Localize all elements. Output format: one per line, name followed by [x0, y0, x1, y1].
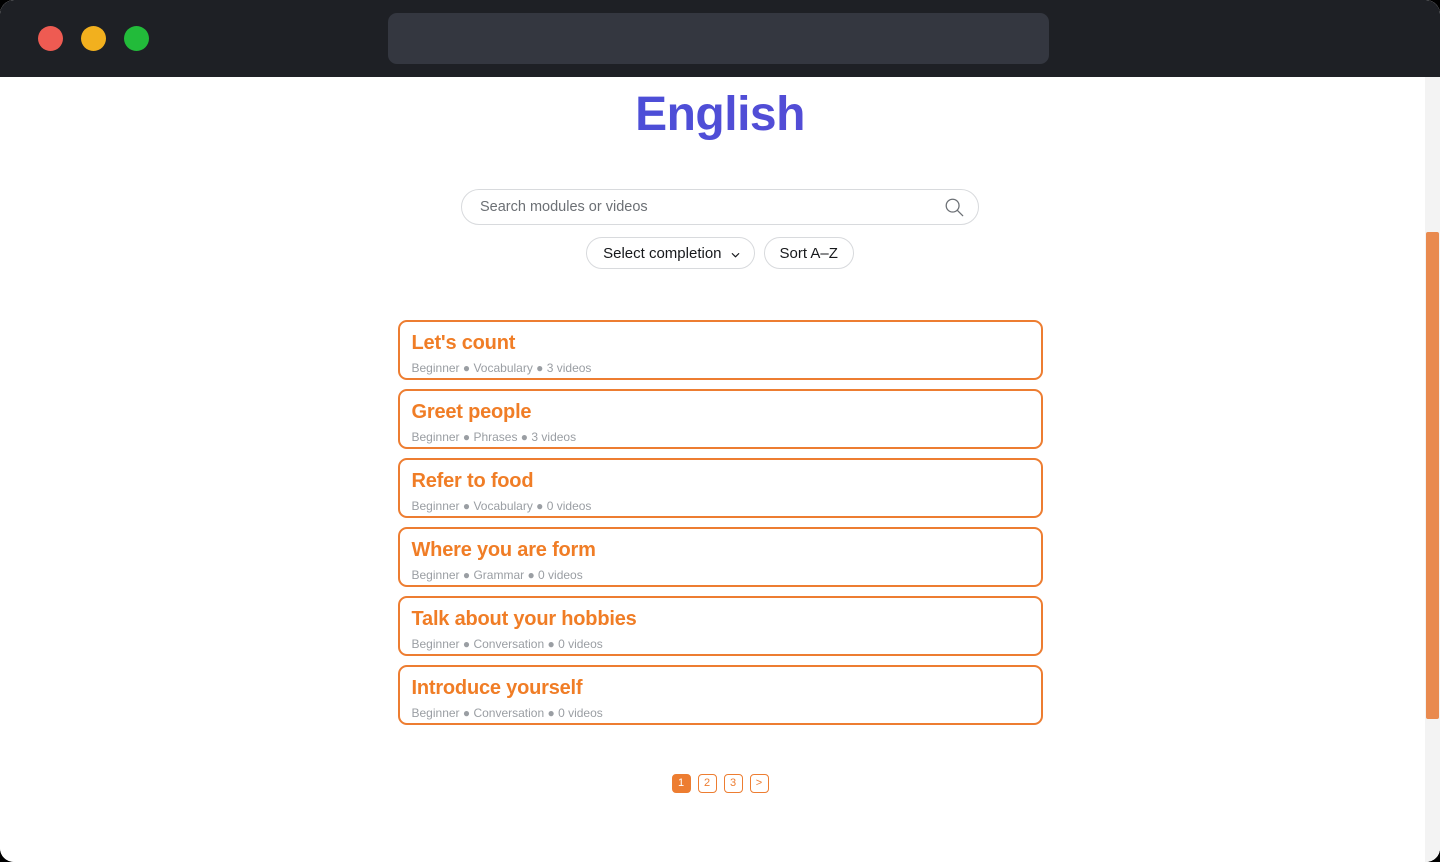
filter-row: Select completion Sort A–Z	[0, 237, 1440, 269]
completion-select[interactable]: Select completion	[586, 237, 755, 269]
module-meta: Beginner ● Vocabulary ● 3 videos	[411, 360, 592, 375]
browser-chrome	[0, 0, 1440, 77]
close-window-button[interactable]	[38, 26, 63, 51]
address-bar[interactable]	[388, 13, 1049, 64]
page-title: English	[0, 85, 1440, 145]
completion-select-label: Select completion	[603, 244, 722, 262]
module-title: Talk about your hobbies	[411, 608, 637, 630]
module-card[interactable]: Greet people Beginner ● Phrases ● 3 vide…	[397, 389, 1043, 449]
maximize-window-button[interactable]	[124, 26, 149, 51]
module-card[interactable]: Introduce yourself Beginner ● Conversati…	[397, 665, 1043, 725]
minimize-window-button[interactable]	[81, 26, 106, 51]
module-list: Let's count Beginner ● Vocabulary ● 3 vi…	[397, 320, 1043, 725]
sort-button[interactable]: Sort A–Z	[763, 237, 854, 269]
module-meta: Beginner ● Conversation ● 0 videos	[411, 636, 603, 651]
pagination-page-2[interactable]: 2	[697, 774, 717, 793]
module-card[interactable]: Talk about your hobbies Beginner ● Conve…	[397, 596, 1043, 656]
browser-window: English Select completion	[0, 0, 1440, 862]
search-wrapper	[461, 189, 979, 225]
module-card[interactable]: Let's count Beginner ● Vocabulary ● 3 vi…	[397, 320, 1043, 380]
page-content: English Select completion	[0, 85, 1440, 862]
module-title: Greet people	[411, 401, 532, 423]
module-title: Refer to food	[411, 470, 534, 492]
chevron-down-icon	[730, 248, 741, 259]
module-meta: Beginner ● Vocabulary ● 0 videos	[411, 498, 592, 513]
module-title: Where you are form	[411, 539, 596, 561]
module-title: Introduce yourself	[411, 677, 583, 699]
pagination-page-1[interactable]: 1	[671, 774, 691, 793]
page-scrollbar-thumb[interactable]	[1426, 232, 1439, 719]
search-input[interactable]	[461, 189, 979, 225]
module-card[interactable]: Where you are form Beginner ● Grammar ● …	[397, 527, 1043, 587]
module-title: Let's count	[411, 332, 516, 354]
page-scrollbar-track[interactable]	[1425, 77, 1440, 862]
search-row	[0, 189, 1440, 225]
pagination: 1 2 3 >	[0, 774, 1440, 793]
module-meta: Beginner ● Phrases ● 3 videos	[411, 429, 577, 444]
module-meta: Beginner ● Grammar ● 0 videos	[411, 567, 583, 582]
traffic-lights	[38, 26, 149, 51]
pagination-next-button[interactable]: >	[749, 774, 769, 793]
pagination-page-3[interactable]: 3	[723, 774, 743, 793]
module-meta: Beginner ● Conversation ● 0 videos	[411, 705, 603, 720]
module-card[interactable]: Refer to food Beginner ● Vocabulary ● 0 …	[397, 458, 1043, 518]
